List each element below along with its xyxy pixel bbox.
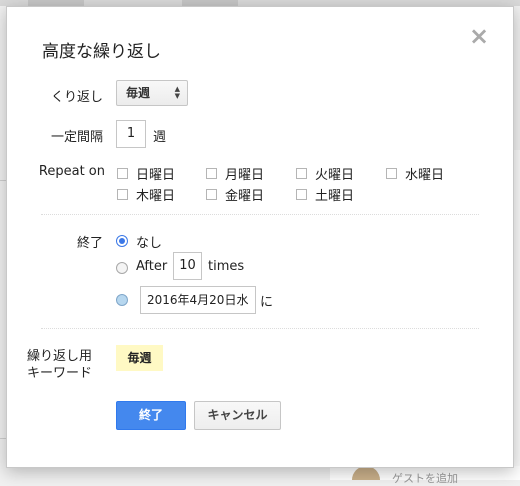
interval-label: 一定間隔	[50, 130, 103, 145]
cancel-button[interactable]: キャンセル	[194, 401, 281, 430]
end-date-input[interactable]: 2016年4月20日水	[140, 286, 256, 314]
end-after-radio[interactable]	[116, 262, 128, 274]
day-label: 木曜日	[136, 189, 176, 204]
day-monday[interactable]: 月曜日	[206, 164, 265, 183]
repeat-frequency-value: 毎週	[126, 86, 151, 100]
interval-input[interactable]: 1	[116, 120, 146, 148]
day-tuesday[interactable]: 火曜日	[296, 164, 355, 183]
keyword-label-line2: キーワード	[27, 366, 93, 381]
day-label: 月曜日	[225, 168, 265, 183]
day-checkbox[interactable]	[206, 168, 217, 179]
day-label: 火曜日	[315, 168, 355, 183]
section-divider	[41, 214, 479, 215]
day-checkbox[interactable]	[386, 168, 397, 179]
close-icon[interactable]: ×	[469, 24, 489, 48]
section-divider	[41, 328, 479, 329]
dialog-title: 高度な繰り返し	[42, 42, 161, 62]
day-saturday[interactable]: 土曜日	[296, 185, 355, 204]
day-thursday[interactable]: 木曜日	[117, 185, 176, 204]
end-never-label: なし	[136, 236, 163, 251]
day-checkbox[interactable]	[206, 189, 217, 200]
day-label: 日曜日	[136, 168, 176, 183]
end-label: 終了	[76, 236, 103, 251]
repeat-on-label: Repeat on	[38, 164, 105, 179]
day-checkbox[interactable]	[296, 168, 307, 179]
interval-unit: 週	[153, 130, 167, 145]
day-wednesday[interactable]: 水曜日	[386, 164, 445, 183]
end-after-label: After	[136, 259, 168, 274]
keyword-label-line1: 繰り返し用	[27, 349, 93, 364]
end-never-radio[interactable]	[116, 235, 128, 247]
repeat-frequency-select[interactable]: 毎週 ▲ ▼	[116, 80, 188, 106]
day-checkbox[interactable]	[296, 189, 307, 200]
day-checkbox[interactable]	[117, 168, 128, 179]
day-checkbox[interactable]	[117, 189, 128, 200]
day-sunday[interactable]: 日曜日	[117, 164, 176, 183]
keyword-badge: 毎週	[116, 345, 163, 371]
day-label: 金曜日	[225, 189, 265, 204]
day-label: 水曜日	[405, 168, 445, 183]
day-friday[interactable]: 金曜日	[206, 185, 265, 204]
day-label: 土曜日	[315, 189, 355, 204]
select-arrows-icon: ▲ ▼	[174, 85, 180, 100]
end-date-suffix: に	[260, 295, 274, 310]
end-after-times-label: times	[208, 259, 245, 274]
done-button[interactable]: 終了	[116, 401, 186, 430]
keyword-label: 繰り返し用 キーワード	[27, 348, 105, 382]
background-add-guest-text: ゲストを追加	[392, 472, 458, 485]
end-on-date-radio[interactable]	[116, 294, 128, 306]
end-after-count-input[interactable]: 10	[173, 252, 202, 280]
advanced-repeat-dialog: 高度な繰り返し × くり返し 毎週 ▲ ▼ 一定間隔 1 週 Repeat on …	[6, 6, 514, 468]
repeat-label: くり返し	[50, 90, 103, 105]
background-panel	[514, 150, 520, 480]
